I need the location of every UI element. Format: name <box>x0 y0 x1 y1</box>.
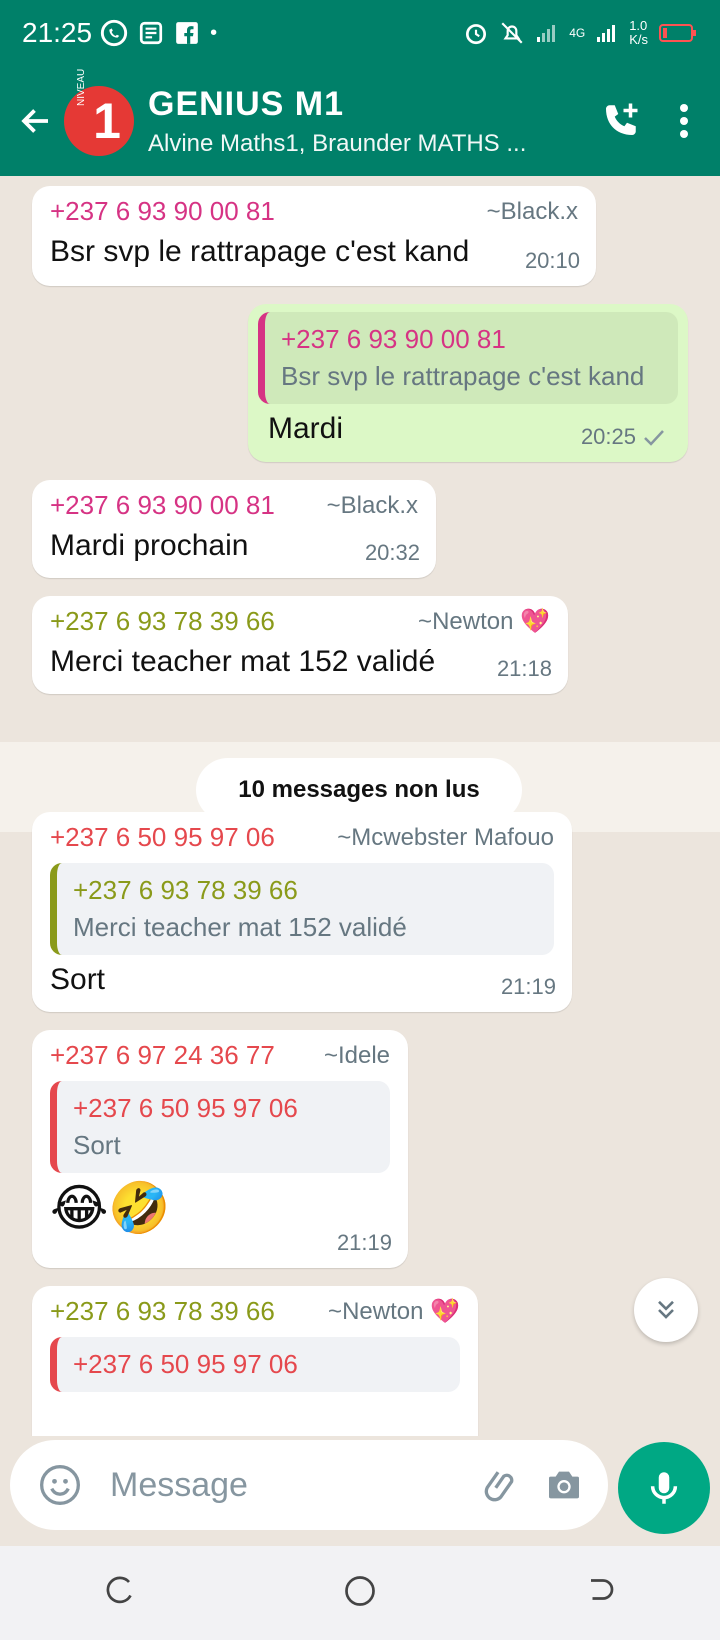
signal-icon-2 <box>597 25 616 42</box>
alarm-icon <box>466 24 487 45</box>
emoji-button[interactable] <box>32 1457 88 1513</box>
smiley-icon <box>40 1465 80 1505</box>
home-button[interactable] <box>342 1573 378 1614</box>
outgoing-message-bubble[interactable]: +237 6 93 90 00 81 Bsr svp le rattrapage… <box>248 304 688 462</box>
message-bubble[interactable]: +237 6 93 90 00 81 ~Black.x Bsr svp le r… <box>32 186 596 286</box>
message-bubble[interactable]: +237 6 93 90 00 81 ~Black.x Mardi procha… <box>32 480 436 578</box>
speed-indicator: 1.0 K/s <box>629 19 648 47</box>
signal-icon <box>537 25 556 42</box>
speed-value: 1.0 <box>629 18 648 33</box>
camera-button[interactable] <box>536 1457 592 1513</box>
group-title: GENIUS M1 <box>148 84 345 123</box>
avatar-number: 1 <box>93 93 121 149</box>
recents-button[interactable] <box>102 1573 138 1614</box>
message-input[interactable]: Message <box>110 1466 468 1505</box>
message-text: Mardi prochain <box>50 529 249 562</box>
message-input-bar[interactable]: Message <box>10 1440 608 1530</box>
recents-icon <box>106 1576 132 1603</box>
sender-alias: ~Idele <box>323 1041 390 1069</box>
quoted-sender: +237 6 93 78 39 66 <box>73 875 298 905</box>
sender-number[interactable]: +237 6 50 95 97 06 <box>50 822 275 853</box>
status-bar: 21:25 • 4G 1.0 K/s <box>0 0 720 66</box>
quoted-message[interactable]: +237 6 50 95 97 06 Sort <box>50 1081 390 1173</box>
quoted-sender: +237 6 93 90 00 81 <box>281 324 506 354</box>
message-text: Sort <box>50 963 106 996</box>
add-call-icon <box>606 103 638 135</box>
quoted-sender: +237 6 50 95 97 06 <box>73 1093 298 1123</box>
sent-check-icon <box>644 430 664 446</box>
avatar-badge-text: NIVEAU <box>76 68 87 106</box>
group-info[interactable]: GENIUS M1 Alvine Maths1, Braunder MATHS … <box>148 85 590 158</box>
sender-alias: ~Mcwebster Mafouo <box>337 823 554 851</box>
message-bubble[interactable]: +237 6 93 78 39 66 ~Newton 💖 +237 6 50 9… <box>32 1286 478 1436</box>
back-nav-icon <box>591 1578 614 1600</box>
sender-alias: ~Black.x <box>326 491 418 519</box>
whatsapp-status-icon <box>100 19 128 47</box>
sender-alias: ~Newton 💖 <box>328 1298 460 1325</box>
sender-number[interactable]: +237 6 97 24 36 77 <box>50 1040 275 1071</box>
message-time: 20:25 <box>580 424 636 449</box>
sender-number[interactable]: +237 6 93 90 00 81 <box>50 490 275 521</box>
more-options-button[interactable] <box>664 91 704 151</box>
sender-number[interactable]: +237 6 93 78 39 66 <box>50 606 275 637</box>
status-time: 21:25 <box>22 17 93 48</box>
arrow-left-icon <box>21 109 48 133</box>
dot-icon: • <box>210 21 218 44</box>
paperclip-icon <box>484 1471 514 1502</box>
sender-number[interactable]: +237 6 93 78 39 66 <box>50 1296 275 1327</box>
voice-record-button[interactable] <box>618 1442 710 1534</box>
network-label: 4G <box>569 26 586 40</box>
chat-header: NIVEAU 1 GENIUS M1 Alvine Maths1, Braund… <box>0 66 720 176</box>
message-time: 20:32 <box>364 540 420 565</box>
kebab-menu-icon <box>680 104 688 138</box>
message-bubble[interactable]: +237 6 50 95 97 06 ~Mcwebster Mafouo +23… <box>32 812 572 1012</box>
chat-area[interactable]: +237 6 93 90 00 81 ~Black.x Bsr svp le r… <box>0 176 720 1436</box>
quoted-sender: +237 6 50 95 97 06 <box>73 1349 298 1379</box>
facebook-icon <box>176 22 198 44</box>
message-time: 21:18 <box>496 656 552 681</box>
quoted-message[interactable]: +237 6 50 95 97 06 <box>50 1337 460 1392</box>
muted-bell-icon <box>501 22 523 44</box>
back-button[interactable] <box>16 101 56 141</box>
scroll-to-bottom-button[interactable] <box>634 1278 698 1342</box>
double-chevron-down-icon <box>658 1300 674 1319</box>
add-call-button[interactable] <box>590 91 650 151</box>
microphone-icon <box>650 1472 678 1504</box>
message-time: 21:19 <box>500 974 556 999</box>
system-navigation-bar <box>0 1546 720 1640</box>
camera-icon <box>549 1471 579 1499</box>
home-circle-icon <box>345 1575 375 1606</box>
group-members: Alvine Maths1, Braunder MATHS ... <box>148 129 527 157</box>
message-text: Bsr svp le rattrapage c'est kand <box>50 235 470 268</box>
speed-unit: K/s <box>629 32 648 47</box>
sender-alias: ~Black.x <box>486 197 578 225</box>
group-avatar[interactable]: NIVEAU 1 <box>64 69 134 156</box>
message-time: 21:19 <box>336 1230 392 1255</box>
news-icon <box>139 21 163 45</box>
quoted-message[interactable]: +237 6 93 78 39 66 Merci teacher mat 152… <box>50 863 554 955</box>
quoted-message[interactable]: +237 6 93 90 00 81 Bsr svp le rattrapage… <box>258 312 678 404</box>
message-time: 20:10 <box>524 248 580 273</box>
battery-icon <box>659 24 696 42</box>
quoted-text: Sort <box>73 1130 121 1160</box>
message-bubble[interactable]: +237 6 93 78 39 66 ~Newton 💖 Merci teach… <box>32 596 568 694</box>
back-nav-button[interactable] <box>582 1573 618 1614</box>
message-bubble[interactable]: +237 6 97 24 36 77 ~Idele +237 6 50 95 9… <box>32 1030 408 1268</box>
quoted-text: Merci teacher mat 152 validé <box>73 912 407 942</box>
quoted-text: Bsr svp le rattrapage c'est kand <box>281 361 645 391</box>
message-text: Merci teacher mat 152 validé <box>50 645 436 678</box>
attach-button[interactable] <box>474 1457 530 1513</box>
sender-alias: ~Newton 💖 <box>418 608 550 635</box>
sender-number[interactable]: +237 6 93 90 00 81 <box>50 196 275 227</box>
